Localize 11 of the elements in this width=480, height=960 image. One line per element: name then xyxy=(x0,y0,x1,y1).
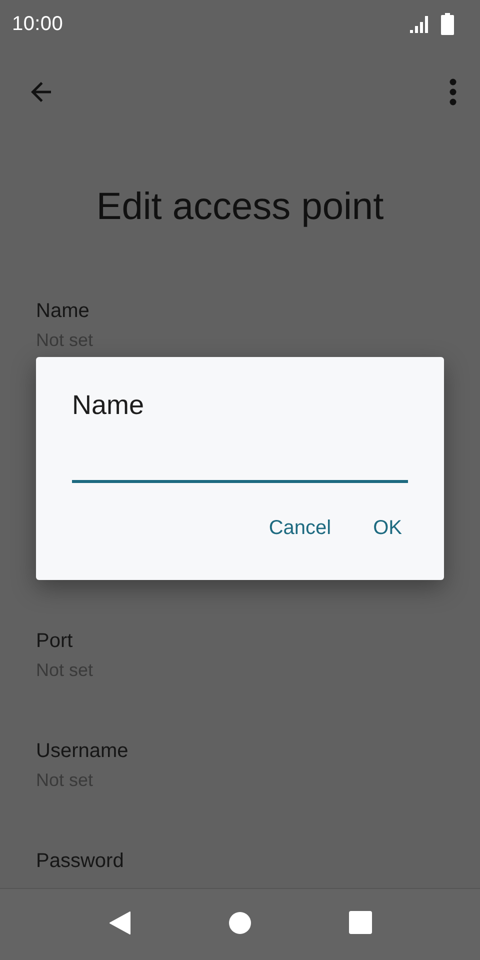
battery-icon xyxy=(441,13,454,35)
home-button[interactable] xyxy=(228,912,250,934)
cancel-button[interactable]: Cancel xyxy=(254,509,346,548)
back-nav-button[interactable] xyxy=(108,910,130,934)
page-title: Edit access point xyxy=(95,184,385,230)
signal-icon xyxy=(409,14,431,34)
dialog-title: Name xyxy=(72,389,144,422)
status-time: 10:00 xyxy=(12,12,64,36)
ok-button[interactable]: OK xyxy=(359,509,416,548)
recents-button[interactable] xyxy=(348,911,372,934)
settings-item[interactable]: Password xyxy=(36,848,124,874)
